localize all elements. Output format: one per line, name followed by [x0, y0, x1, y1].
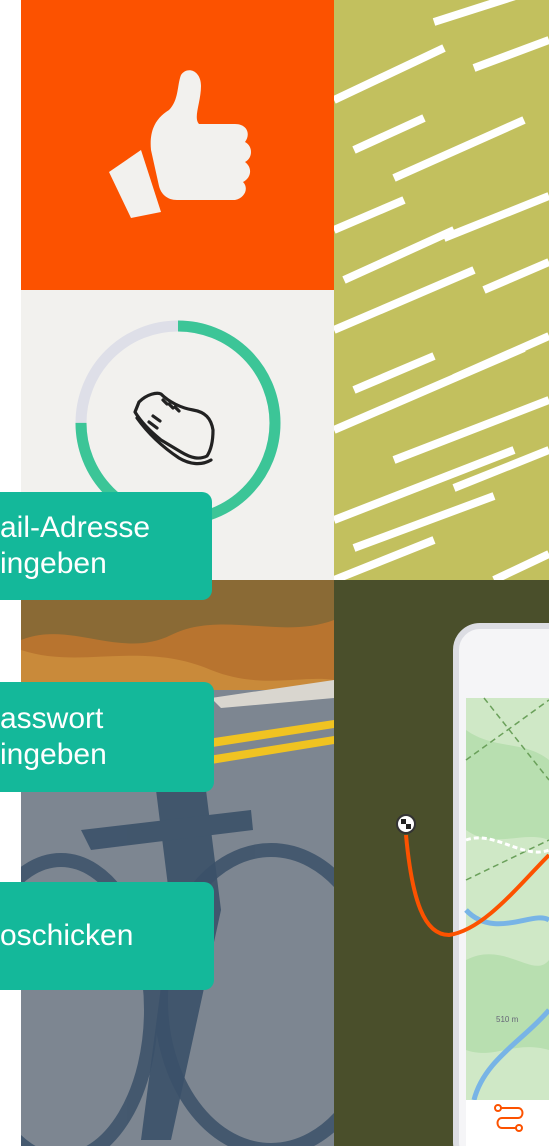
- map-scale-label: 510 m: [496, 1015, 519, 1024]
- running-shoe-icon: [133, 391, 215, 466]
- step-submit: oschicken: [0, 882, 214, 990]
- finish-flag-icon: [396, 814, 416, 834]
- step-1-line-1: ail-Adresse: [0, 511, 151, 544]
- road-bike-shadow-image: [21, 580, 334, 1146]
- step-3-line-1: oschicken: [0, 919, 134, 952]
- step-enter-password: asswort ingeben: [0, 682, 214, 792]
- step-enter-email: ail-Adresse ingeben: [0, 492, 212, 600]
- route-map-tile: 510 m: [334, 580, 549, 1146]
- step-2-line-1: asswort: [0, 702, 104, 735]
- diagonal-stripes-pattern: [334, 0, 549, 580]
- pattern-tile: [334, 0, 549, 580]
- cycling-photo: [21, 580, 334, 1146]
- route-map-illustration: 510 m: [396, 623, 549, 1146]
- kudos-tile: [21, 0, 334, 290]
- step-2-line-2: ingeben: [0, 738, 107, 771]
- thumbs-up-icon: [109, 70, 251, 218]
- step-1-line-2: ingeben: [0, 547, 107, 580]
